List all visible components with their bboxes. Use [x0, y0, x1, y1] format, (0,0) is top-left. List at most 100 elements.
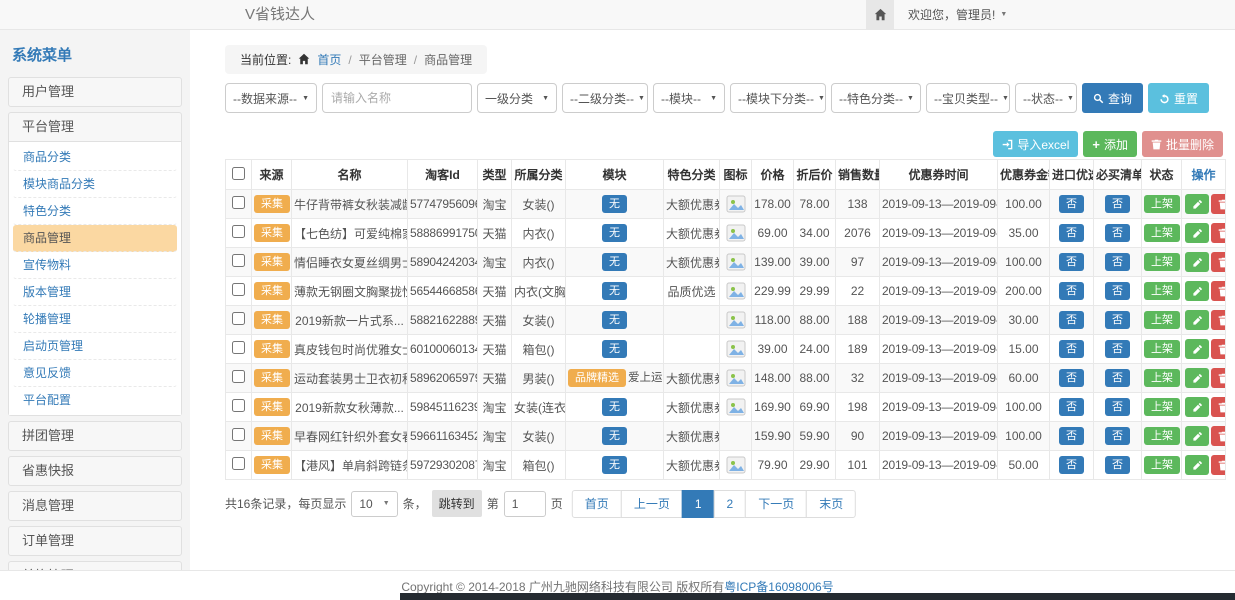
sidebar-group-header[interactable]: 用户管理: [9, 78, 181, 106]
must-buy-badge[interactable]: 否: [1105, 195, 1130, 213]
status-badge[interactable]: 上架: [1144, 224, 1180, 242]
must-buy-badge[interactable]: 否: [1105, 311, 1130, 329]
bulk-delete-button[interactable]: 批量删除: [1142, 131, 1223, 157]
delete-button[interactable]: [1211, 310, 1226, 330]
must-buy-badge[interactable]: 否: [1105, 340, 1130, 358]
must-buy-badge[interactable]: 否: [1105, 427, 1130, 445]
sidebar-item[interactable]: 特色分类: [13, 198, 177, 225]
edit-button[interactable]: [1185, 368, 1209, 388]
import-select-badge[interactable]: 否: [1059, 195, 1084, 213]
row-checkbox[interactable]: [232, 225, 245, 238]
must-buy-badge[interactable]: 否: [1105, 282, 1130, 300]
delete-button[interactable]: [1211, 397, 1226, 417]
pager-button[interactable]: 下一页: [745, 490, 807, 518]
user-menu[interactable]: 欢迎您，管理员! ▼: [894, 0, 1021, 29]
filter-select[interactable]: --宝贝类型--▼: [926, 83, 1010, 113]
filter-select[interactable]: --数据来源--▼: [225, 83, 317, 113]
import-select-badge[interactable]: 否: [1059, 253, 1084, 271]
row-checkbox[interactable]: [232, 399, 245, 412]
per-page-select[interactable]: 10 ▼: [351, 491, 397, 517]
sidebar-item[interactable]: 启动页管理: [13, 333, 177, 360]
delete-button[interactable]: [1211, 368, 1226, 388]
row-checkbox[interactable]: [232, 312, 245, 325]
filter-select[interactable]: --二级分类--▼: [562, 83, 648, 113]
delete-button[interactable]: [1211, 339, 1226, 359]
reset-button[interactable]: 重置: [1148, 83, 1209, 113]
pager-button[interactable]: 2: [714, 490, 747, 518]
edit-button[interactable]: [1185, 194, 1209, 214]
delete-button[interactable]: [1211, 426, 1226, 446]
status-badge[interactable]: 上架: [1144, 340, 1180, 358]
import-excel-button[interactable]: 导入excel: [993, 131, 1078, 157]
status-badge[interactable]: 上架: [1144, 253, 1180, 271]
import-select-badge[interactable]: 否: [1059, 311, 1084, 329]
name-search-input[interactable]: [322, 83, 472, 113]
sidebar-group-header[interactable]: 平台管理: [9, 113, 181, 141]
icp-link[interactable]: 粤ICP备16098006号: [724, 580, 833, 594]
import-select-badge[interactable]: 否: [1059, 369, 1084, 387]
sidebar-item[interactable]: 平台配置: [13, 387, 177, 413]
status-badge[interactable]: 上架: [1144, 282, 1180, 300]
pager-button[interactable]: 末页: [806, 490, 856, 518]
edit-button[interactable]: [1185, 339, 1209, 359]
sidebar-item[interactable]: 意见反馈: [13, 360, 177, 387]
add-button[interactable]: + 添加: [1083, 131, 1137, 157]
pager-button[interactable]: 首页: [572, 490, 622, 518]
must-buy-badge[interactable]: 否: [1105, 369, 1130, 387]
row-checkbox[interactable]: [232, 370, 245, 383]
jump-button[interactable]: 跳转到: [432, 490, 482, 517]
row-checkbox[interactable]: [232, 283, 245, 296]
sidebar-item[interactable]: 模块商品分类: [13, 171, 177, 198]
sidebar-group-header[interactable]: 消息管理: [9, 492, 181, 520]
row-checkbox[interactable]: [232, 254, 245, 267]
must-buy-badge[interactable]: 否: [1105, 224, 1130, 242]
must-buy-badge[interactable]: 否: [1105, 253, 1130, 271]
sidebar-group-header[interactable]: 兑换管理: [9, 562, 181, 570]
delete-button[interactable]: [1211, 252, 1226, 272]
delete-button[interactable]: [1211, 223, 1226, 243]
row-checkbox[interactable]: [232, 196, 245, 209]
edit-button[interactable]: [1185, 397, 1209, 417]
must-buy-badge[interactable]: 否: [1105, 456, 1130, 474]
row-checkbox[interactable]: [232, 457, 245, 470]
import-select-badge[interactable]: 否: [1059, 224, 1084, 242]
delete-button[interactable]: [1211, 194, 1226, 214]
select-all-checkbox[interactable]: [232, 167, 245, 180]
pager-button[interactable]: 1: [682, 490, 715, 518]
import-select-badge[interactable]: 否: [1059, 456, 1084, 474]
sidebar-group-header[interactable]: 省惠快报: [9, 457, 181, 485]
page-number-input[interactable]: [504, 491, 546, 517]
sidebar-group-header[interactable]: 订单管理: [9, 527, 181, 555]
status-badge[interactable]: 上架: [1144, 456, 1180, 474]
must-buy-badge[interactable]: 否: [1105, 398, 1130, 416]
status-badge[interactable]: 上架: [1144, 398, 1180, 416]
edit-button[interactable]: [1185, 281, 1209, 301]
filter-select[interactable]: --模块下分类--▼: [730, 83, 826, 113]
edit-button[interactable]: [1185, 310, 1209, 330]
pager-button[interactable]: 上一页: [621, 490, 683, 518]
delete-button[interactable]: [1211, 455, 1226, 475]
filter-select[interactable]: --模块--▼: [653, 83, 725, 113]
import-select-badge[interactable]: 否: [1059, 282, 1084, 300]
filter-select[interactable]: --特色分类--▼: [831, 83, 921, 113]
breadcrumb-home-link[interactable]: 首页: [317, 51, 341, 68]
filter-select[interactable]: 一级分类▼: [477, 83, 557, 113]
import-select-badge[interactable]: 否: [1059, 340, 1084, 358]
search-button[interactable]: 查询: [1082, 83, 1143, 113]
import-select-badge[interactable]: 否: [1059, 398, 1084, 416]
edit-button[interactable]: [1185, 252, 1209, 272]
row-checkbox[interactable]: [232, 341, 245, 354]
home-button[interactable]: [866, 0, 894, 29]
sidebar-item[interactable]: 宣传物料: [13, 252, 177, 279]
delete-button[interactable]: [1211, 281, 1226, 301]
status-badge[interactable]: 上架: [1144, 427, 1180, 445]
sidebar-item[interactable]: 商品管理: [13, 225, 177, 252]
status-badge[interactable]: 上架: [1144, 195, 1180, 213]
sidebar-group-header[interactable]: 拼团管理: [9, 422, 181, 450]
edit-button[interactable]: [1185, 455, 1209, 475]
sidebar-item[interactable]: 版本管理: [13, 279, 177, 306]
filter-select[interactable]: --状态--▼: [1015, 83, 1077, 113]
sidebar-item[interactable]: 商品分类: [13, 144, 177, 171]
edit-button[interactable]: [1185, 223, 1209, 243]
sidebar-item[interactable]: 轮播管理: [13, 306, 177, 333]
